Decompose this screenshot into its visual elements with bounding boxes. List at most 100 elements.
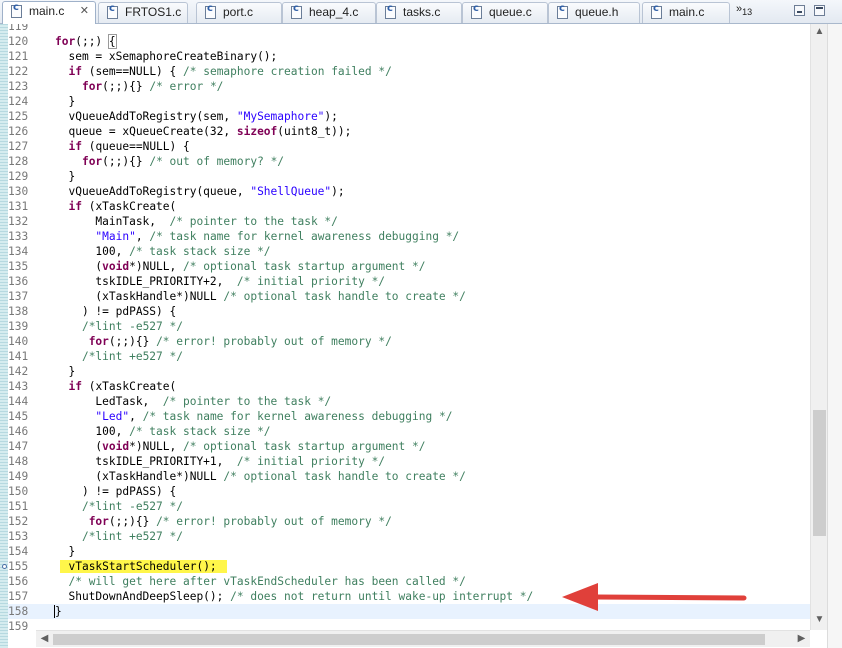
scroll-left-icon[interactable]: ◀: [36, 633, 53, 644]
code-text: MainTask, /* pointer to the task */: [55, 215, 338, 228]
code-line[interactable]: 133 "Main", /* task name for kernel awar…: [8, 229, 810, 244]
tab-main-c-2[interactable]: main.c: [642, 2, 730, 23]
line-number: 120: [8, 35, 29, 48]
code-line[interactable]: 159: [8, 619, 810, 630]
code-line[interactable]: 121 sem = xSemaphoreCreateBinary();: [8, 49, 810, 64]
line-number: 157: [8, 590, 29, 603]
c-file-icon: [11, 2, 22, 18]
highlighted-call: vTaskStartScheduler();: [60, 560, 227, 573]
code-line[interactable]: 137 (xTaskHandle*)NULL /* optional task …: [8, 289, 810, 304]
line-number: 155: [8, 560, 29, 573]
tab-port-c[interactable]: port.c: [196, 2, 282, 23]
code-line[interactable]: 126 queue = xQueueCreate(32, sizeof(uint…: [8, 124, 810, 139]
horizontal-scrollbar[interactable]: ◀ ▶: [36, 630, 810, 647]
code-line[interactable]: 130 vQueueAddToRegistry(queue, "ShellQue…: [8, 184, 810, 199]
line-number: 152: [8, 515, 29, 528]
code-line[interactable]: 141 /*lint +e527 */: [8, 349, 810, 364]
line-number: 124: [8, 95, 29, 108]
code-line[interactable]: 145 "Led", /* task name for kernel aware…: [8, 409, 810, 424]
line-number: 147: [8, 440, 29, 453]
code-line[interactable]: 147 (void*)NULL, /* optional task startu…: [8, 439, 810, 454]
scroll-down-icon[interactable]: ▼: [811, 614, 828, 625]
line-number: 144: [8, 395, 29, 408]
code-text: if (queue==NULL) {: [68, 140, 190, 153]
code-text: /* will get here after vTaskEndScheduler…: [68, 575, 466, 588]
code-text: tskIDLE_PRIORITY+2, /* initial priority …: [55, 275, 386, 288]
tab-queue-c[interactable]: queue.c: [462, 2, 548, 23]
code-line[interactable]: 131 if (xTaskCreate(: [8, 199, 810, 214]
line-number: 121: [8, 50, 29, 63]
code-line[interactable]: 132 MainTask, /* pointer to the task */: [8, 214, 810, 229]
code-line[interactable]: 120 for(;;) {: [8, 34, 810, 49]
code-line[interactable]: 142 }: [8, 364, 810, 379]
minimize-icon[interactable]: [794, 5, 805, 16]
code-text: LedTask, /* pointer to the task */: [55, 395, 332, 408]
code-line[interactable]: 136 tskIDLE_PRIORITY+2, /* initial prior…: [8, 274, 810, 289]
code-line[interactable]: 158}: [8, 604, 810, 619]
code-line[interactable]: 146 100, /* task stack size */: [8, 424, 810, 439]
vertical-scroll-thumb[interactable]: [813, 410, 826, 536]
line-number: 150: [8, 485, 29, 498]
code-text: 100, /* task stack size */: [55, 245, 271, 258]
code-line[interactable]: 127 if (queue==NULL) {: [8, 139, 810, 154]
line-number: 145: [8, 410, 29, 423]
code-line[interactable]: 119: [8, 24, 810, 34]
line-number: 140: [8, 335, 29, 348]
code-editor[interactable]: 119 120 for(;;) {121 sem = xSemaphoreCreat…: [0, 24, 842, 630]
code-line[interactable]: 155 vTaskStartScheduler();: [2, 559, 810, 574]
breakpoint-marker-icon[interactable]: [2, 564, 7, 569]
code-line[interactable]: 128 for(;;){} /* out of memory? */: [8, 154, 810, 169]
code-line[interactable]: 154 }: [8, 544, 810, 559]
horizontal-scroll-thumb[interactable]: [53, 634, 765, 645]
code-line[interactable]: 140 for(;;){} /* error! probably out of …: [8, 334, 810, 349]
code-line[interactable]: 156 /* will get here after vTaskEndSched…: [8, 574, 810, 589]
code-text: for(;;){} /* error */: [81, 80, 224, 93]
code-line[interactable]: 122 if (sem==NULL) { /* semaphore creati…: [8, 64, 810, 79]
code-line[interactable]: 125 vQueueAddToRegistry(sem, "MySemaphor…: [8, 109, 810, 124]
code-line[interactable]: 149 (xTaskHandle*)NULL /* optional task …: [8, 469, 810, 484]
tab-overflow-button[interactable]: »13: [736, 3, 752, 17]
line-number: 156: [8, 575, 29, 588]
code-text: "Led", /* task name for kernel awareness…: [95, 410, 453, 423]
code-line[interactable]: 129 }: [8, 169, 810, 184]
hidden-tab-count: 13: [742, 7, 753, 18]
code-text: 100, /* task stack size */: [55, 425, 271, 438]
code-line[interactable]: 143 if (xTaskCreate(: [8, 379, 810, 394]
code-line[interactable]: 148 tskIDLE_PRIORITY+1, /* initial prior…: [8, 454, 810, 469]
line-number: 133: [8, 230, 29, 243]
line-number: 129: [8, 170, 29, 183]
code-line[interactable]: 150 ) != pdPASS) {: [8, 484, 810, 499]
tab-frtos1-c[interactable]: FRTOS1.c: [98, 2, 188, 23]
maximize-icon[interactable]: [814, 5, 825, 16]
line-number: 142: [8, 365, 29, 378]
scroll-right-icon[interactable]: ▶: [793, 633, 810, 644]
tab-heap4-c[interactable]: heap_4.c: [282, 2, 376, 23]
code-line[interactable]: 124 }: [8, 94, 810, 109]
code-line[interactable]: 152 for(;;){} /* error! probably out of …: [8, 514, 810, 529]
code-text: (void*)NULL, /* optional task startup ar…: [55, 440, 426, 453]
line-number: 154: [8, 545, 29, 558]
code-line[interactable]: 139 /*lint -e527 */: [8, 319, 810, 334]
code-line[interactable]: 135 (void*)NULL, /* optional task startu…: [8, 259, 810, 274]
line-number: 158: [8, 605, 29, 618]
code-line[interactable]: 123 for(;;){} /* error */: [8, 79, 810, 94]
close-icon[interactable]: ✕: [80, 2, 89, 21]
code-text: vTaskStartScheduler();: [55, 559, 227, 574]
code-line[interactable]: 157 ShutDownAndDeepSleep(); /* does not …: [8, 589, 810, 604]
line-number: 131: [8, 200, 29, 213]
code-line[interactable]: 153 /*lint +e527 */: [8, 529, 810, 544]
line-number: 127: [8, 140, 29, 153]
vertical-scrollbar[interactable]: ▲ ▼: [810, 24, 827, 630]
c-file-icon: [651, 3, 662, 19]
code-line[interactable]: 151 /*lint -e527 */: [8, 499, 810, 514]
scroll-up-icon[interactable]: ▲: [811, 26, 828, 37]
code-line[interactable]: 144 LedTask, /* pointer to the task */: [8, 394, 810, 409]
tab-tasks-c[interactable]: tasks.c: [376, 2, 462, 23]
tab-queue-h[interactable]: queue.h: [548, 2, 640, 23]
tab-main-c[interactable]: main.c ✕: [2, 1, 96, 24]
code-text: }: [55, 365, 76, 378]
code-text: }: [54, 605, 62, 618]
code-line[interactable]: 138 ) != pdPASS) {: [8, 304, 810, 319]
code-line[interactable]: 134 100, /* task stack size */: [8, 244, 810, 259]
code-text: queue = xQueueCreate(32, sizeof(uint8_t)…: [55, 125, 352, 138]
